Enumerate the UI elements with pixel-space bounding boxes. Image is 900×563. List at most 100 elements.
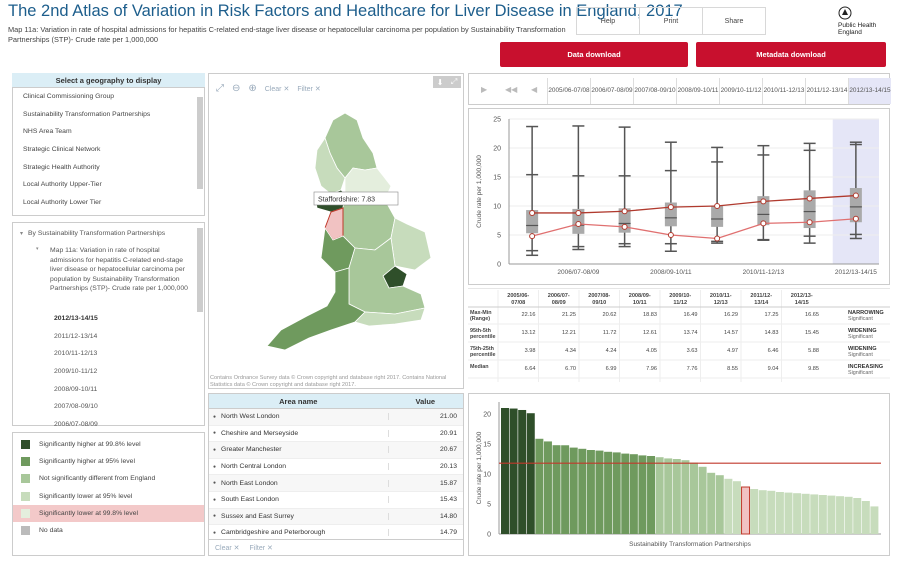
bar[interactable] bbox=[526, 413, 535, 534]
series-point[interactable] bbox=[852, 215, 859, 222]
expand-icon[interactable]: ⤢ bbox=[451, 77, 457, 87]
tree-scrollbar[interactable] bbox=[197, 228, 203, 312]
england-map[interactable]: Staffordshire: 7.83 bbox=[245, 108, 445, 373]
bar[interactable] bbox=[647, 456, 656, 534]
bar[interactable] bbox=[501, 408, 509, 534]
filter-button[interactable]: Filter ✕ bbox=[297, 85, 320, 93]
bar[interactable] bbox=[561, 445, 570, 534]
geography-item[interactable]: Strategic Health Authority bbox=[12, 159, 205, 177]
bar[interactable] bbox=[844, 496, 853, 534]
bar[interactable] bbox=[793, 493, 802, 534]
boxplot-chart[interactable]: 0 5 10 15 20 25 Crude rate per 1,000,000 2006/0… bbox=[469, 109, 889, 284]
bar[interactable] bbox=[612, 452, 621, 534]
series-point[interactable] bbox=[806, 195, 813, 202]
legend-item[interactable]: Significantly lower at 95% level bbox=[13, 488, 204, 505]
geography-item[interactable]: Clinical Commissioning Group bbox=[12, 88, 205, 106]
bar[interactable] bbox=[801, 493, 810, 534]
series-point[interactable] bbox=[621, 208, 628, 215]
series-point[interactable] bbox=[852, 192, 859, 199]
series-point[interactable] bbox=[529, 233, 536, 240]
bar[interactable] bbox=[758, 490, 767, 534]
bar[interactable] bbox=[621, 453, 630, 534]
table-row[interactable]: ● Cheshire and Merseyside 20.91 bbox=[209, 425, 463, 443]
bar[interactable] bbox=[681, 460, 690, 534]
bar[interactable] bbox=[870, 506, 879, 534]
table-row[interactable]: ● Sussex and East Surrey 14.80 bbox=[209, 508, 463, 526]
play-icon[interactable]: ▶ bbox=[481, 85, 487, 94]
clear-button[interactable]: Clear ✕ bbox=[265, 85, 290, 93]
table-filter-button[interactable]: Filter ✕ bbox=[250, 544, 273, 552]
bar[interactable] bbox=[664, 458, 673, 534]
help-button[interactable]: Help bbox=[577, 8, 639, 34]
table-row[interactable]: ● North West London 21.00 bbox=[209, 409, 463, 426]
series-point[interactable] bbox=[575, 209, 582, 216]
geography-item[interactable]: Local Authority Upper-Tier bbox=[12, 176, 205, 194]
period-tab[interactable]: 2005/06-07/08 bbox=[547, 78, 590, 104]
bar[interactable] bbox=[578, 448, 587, 534]
period-item[interactable]: 2006/07-08/09 bbox=[54, 416, 194, 426]
period-item[interactable]: 2007/08-09/10 bbox=[54, 398, 194, 416]
legend-item[interactable]: No data bbox=[13, 522, 204, 539]
bar[interactable] bbox=[518, 409, 527, 534]
bar[interactable] bbox=[861, 501, 870, 534]
col-value[interactable]: Value bbox=[388, 394, 463, 408]
bar[interactable] bbox=[569, 447, 578, 534]
zoom-in-icon[interactable]: ⊕ bbox=[248, 83, 256, 94]
table-row[interactable]: ● South East London 15.43 bbox=[209, 491, 463, 509]
series-point[interactable] bbox=[760, 220, 767, 227]
period-tab[interactable]: 2011/12-13/14 bbox=[805, 78, 848, 104]
period-item-selected[interactable]: 2012/13-14/15 bbox=[54, 310, 194, 328]
period-tab[interactable]: 2010/11-12/13 bbox=[762, 78, 805, 104]
expand-icon[interactable]: ▾ bbox=[36, 246, 39, 252]
series-point[interactable] bbox=[806, 219, 813, 226]
box[interactable] bbox=[711, 206, 724, 227]
share-button[interactable]: Share bbox=[702, 8, 765, 34]
metadata-download-button[interactable]: Metadata download bbox=[696, 42, 886, 67]
series-point[interactable] bbox=[667, 232, 674, 238]
print-button[interactable]: Print bbox=[639, 8, 702, 34]
zoom-out-icon[interactable]: ⊖ bbox=[232, 83, 240, 94]
geography-item[interactable]: NHS Area Team bbox=[12, 123, 205, 141]
period-tab[interactable]: 2009/10-11/12 bbox=[719, 78, 762, 104]
table-row[interactable]: ● North Central London 20.13 bbox=[209, 458, 463, 476]
bar[interactable] bbox=[827, 495, 836, 534]
series-point[interactable] bbox=[621, 223, 628, 230]
bar[interactable] bbox=[509, 408, 518, 534]
geography-item[interactable]: Sustainability Transformation Partnershi… bbox=[12, 106, 205, 124]
table-clear-button[interactable]: Clear ✕ bbox=[215, 544, 240, 552]
bar[interactable] bbox=[818, 495, 827, 534]
bar[interactable] bbox=[750, 489, 759, 534]
bar[interactable] bbox=[629, 454, 638, 534]
legend-item[interactable]: Not significantly different from England bbox=[13, 470, 204, 487]
bar[interactable] bbox=[707, 472, 716, 534]
bar[interactable] bbox=[672, 459, 681, 534]
col-area-name[interactable]: Area name bbox=[209, 394, 388, 408]
back-icon[interactable]: ◀ bbox=[531, 85, 537, 94]
period-item[interactable]: 2011/12-13/14 bbox=[54, 328, 194, 346]
legend-item[interactable]: Significantly higher at 95% level bbox=[13, 453, 204, 470]
table-row[interactable]: ● Greater Manchester 20.67 bbox=[209, 442, 463, 459]
bar[interactable] bbox=[810, 494, 819, 534]
period-item[interactable]: 2010/11-12/13 bbox=[54, 345, 194, 363]
bar[interactable] bbox=[853, 498, 862, 534]
geography-scrollbar[interactable] bbox=[197, 97, 203, 189]
download-icon[interactable]: ⬇ bbox=[437, 78, 444, 87]
bar[interactable] bbox=[732, 481, 741, 534]
series-point[interactable] bbox=[575, 220, 582, 227]
bar[interactable] bbox=[836, 496, 845, 534]
bar[interactable] bbox=[775, 492, 784, 534]
legend-item[interactable]: Significantly lower at 99.8% level bbox=[13, 504, 204, 522]
period-tab[interactable]: 2006/07-08/09 bbox=[590, 78, 633, 104]
legend-item[interactable]: Significantly higher at 99.8% level bbox=[13, 436, 204, 453]
bar[interactable] bbox=[767, 490, 776, 534]
bar[interactable] bbox=[690, 462, 698, 534]
period-item[interactable]: 2009/10-11/12 bbox=[54, 363, 194, 381]
bar[interactable] bbox=[715, 475, 724, 534]
geography-item[interactable]: Local Authority Lower Tier bbox=[12, 194, 205, 212]
rewind-icon[interactable]: ◀◀ bbox=[505, 85, 517, 94]
period-tab[interactable]: 2007/08-09/10 bbox=[633, 78, 676, 104]
bar[interactable] bbox=[552, 445, 561, 534]
bar-chart[interactable]: 0 5 10 15 20 Crude rate per 1,000,000 Sustaina… bbox=[469, 394, 889, 555]
period-tab[interactable]: 2012/13-14/15 bbox=[848, 78, 891, 104]
bar[interactable] bbox=[638, 455, 647, 534]
